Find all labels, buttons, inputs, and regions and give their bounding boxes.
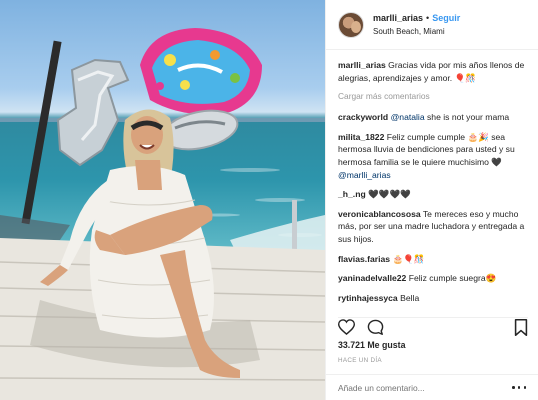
likes-count[interactable]: 33.721 Me gusta bbox=[338, 340, 405, 350]
header-text: marlli_arias • Seguir South Beach, Miami bbox=[373, 11, 460, 39]
comment-bubble-icon[interactable] bbox=[367, 319, 384, 336]
comment-username[interactable]: _h_.ng bbox=[338, 189, 366, 199]
list-item: crackyworld @natalia she is not your mam… bbox=[338, 111, 526, 124]
comment-mention[interactable]: @natalia bbox=[391, 112, 425, 122]
comment-text: she is not your mama bbox=[424, 112, 510, 123]
balloon-happy-birthday bbox=[140, 28, 262, 115]
list-item: flavias.farias 🎂🎈🎊 bbox=[338, 253, 526, 266]
comment-text: Bella bbox=[400, 292, 420, 303]
follow-button[interactable]: Seguir bbox=[432, 13, 460, 23]
comment-text: 🎂🎈🎊 bbox=[392, 253, 425, 264]
comment-username[interactable]: veronicablancososa bbox=[338, 209, 421, 219]
bookmark-icon[interactable] bbox=[514, 318, 528, 336]
header-username[interactable]: marlli_arias bbox=[373, 13, 423, 23]
avatar[interactable] bbox=[338, 11, 364, 38]
comment-username[interactable]: flavias.farias bbox=[338, 254, 390, 264]
more-options-icon[interactable] bbox=[512, 386, 526, 389]
comment-username[interactable]: yaninadelvalle22 bbox=[338, 273, 406, 283]
comment-text: Feliz cumple suegra😍 bbox=[408, 273, 497, 284]
balloon-number-4 bbox=[56, 58, 130, 167]
list-item: milita_1822 Feliz cumple cumple 🎂🎉 sea h… bbox=[338, 131, 526, 181]
list-item: rytinhajessyca Bella bbox=[338, 292, 526, 305]
post-photo[interactable] bbox=[0, 0, 325, 400]
caption-username[interactable]: marlli_arias bbox=[338, 60, 386, 70]
more-dot bbox=[517, 386, 521, 389]
location-link[interactable]: South Beach, Miami bbox=[373, 25, 460, 39]
comment-mention[interactable]: @marlli_arias bbox=[338, 170, 391, 180]
caption: marlli_arias Gracias vida por mis años l… bbox=[338, 59, 526, 84]
comments-list: marlli_arias Gracias vida por mis años l… bbox=[326, 50, 538, 307]
header-separator: • bbox=[426, 12, 430, 23]
comment-input[interactable] bbox=[338, 382, 512, 393]
post-timestamp[interactable]: HACE UN DÍA bbox=[338, 357, 382, 364]
load-more-comments-button[interactable]: Cargar más comentarios bbox=[338, 91, 526, 101]
actions-bar bbox=[338, 318, 528, 336]
comment-username[interactable]: rytinhajessyca bbox=[338, 293, 398, 303]
comment-username[interactable]: crackyworld bbox=[338, 112, 388, 122]
more-dot bbox=[512, 386, 515, 389]
comment-username[interactable]: milita_1822 bbox=[338, 132, 384, 142]
post-side-panel: marlli_arias • Seguir South Beach, Miami m… bbox=[325, 0, 538, 400]
list-item: yaninadelvalle22 Feliz cumple suegra😍 bbox=[338, 272, 526, 285]
list-item: veronicablancososa Te mereces eso y much… bbox=[338, 208, 526, 246]
list-item: _h_.ng 🖤🖤🖤🖤 bbox=[338, 188, 526, 201]
photo-illustration bbox=[0, 28, 325, 400]
more-dot bbox=[523, 386, 526, 389]
heart-icon[interactable] bbox=[338, 319, 355, 335]
comment-text: 🖤🖤🖤🖤 bbox=[368, 189, 411, 200]
add-comment-bar bbox=[326, 374, 538, 400]
post-header: marlli_arias • Seguir South Beach, Miami bbox=[326, 0, 538, 50]
